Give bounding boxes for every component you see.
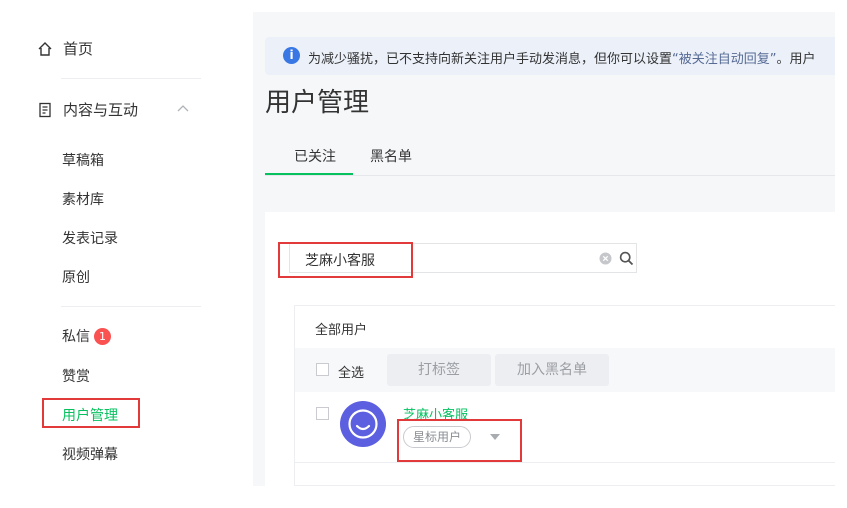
sidebar-divider: [61, 78, 201, 79]
select-all-label: 全选: [338, 366, 365, 381]
sidebar-item-original[interactable]: 原创: [62, 267, 90, 287]
sidebar-item-messages[interactable]: 私信 1: [62, 326, 111, 346]
clear-icon[interactable]: [599, 252, 612, 265]
table-toolbar: 全选 打标签 加入黑名单: [295, 348, 835, 392]
avatar: [340, 401, 386, 447]
add-to-blacklist-button[interactable]: 加入黑名单: [495, 354, 609, 386]
sidebar: 首页 内容与互动 草稿箱 素材库 发表记录 原创 私信 1 赞赏 用户管理 视频弹…: [13, 12, 253, 486]
notice-text-after: 。用户: [776, 52, 816, 67]
active-tab-indicator: [265, 173, 353, 175]
chevron-up-icon[interactable]: [177, 104, 189, 112]
user-table: 全部用户 全选 打标签 加入黑名单 芝麻小客服 星标用户: [294, 305, 835, 486]
select-all-checkbox[interactable]: [316, 363, 329, 376]
main-content: i 为减少骚扰，已不支持向新关注用户手动发消息，但你可以设置“被关注自动回复”。…: [253, 12, 835, 486]
smile-avatar-icon: [348, 409, 378, 439]
notice-text-before: 为减少骚扰，已不支持向新关注用户手动发消息，但你可以设置: [308, 52, 673, 67]
search-icon[interactable]: [619, 251, 634, 266]
tab-followed[interactable]: 已关注: [294, 146, 336, 166]
home-icon: [38, 41, 52, 56]
sidebar-item-content[interactable]: 内容与互动: [37, 99, 138, 120]
unread-badge: 1: [94, 328, 111, 345]
highlight-box: [42, 398, 140, 428]
group-label: 全部用户: [315, 323, 368, 338]
group-header: 全部用户: [295, 306, 835, 348]
app-window: 首页 内容与互动 草稿箱 素材库 发表记录 原创 私信 1 赞赏 用户管理 视频弹…: [13, 12, 835, 486]
info-icon: i: [283, 47, 300, 64]
sidebar-divider: [61, 306, 201, 307]
page-title: 用户管理: [265, 88, 370, 118]
tag-button[interactable]: 打标签: [387, 354, 491, 386]
row-checkbox[interactable]: [316, 407, 329, 420]
sidebar-item-video-danmaku[interactable]: 视频弹幕: [62, 444, 118, 464]
notice-banner: i 为减少骚扰，已不支持向新关注用户手动发消息，但你可以设置“被关注自动回复”。…: [265, 37, 835, 75]
sidebar-item-rewards[interactable]: 赞赏: [62, 366, 90, 386]
highlight-box: [278, 242, 413, 278]
tab-blacklist[interactable]: 黑名单: [370, 146, 412, 166]
notice-text: 为减少骚扰，已不支持向新关注用户手动发消息，但你可以设置“被关注自动回复”。用户: [308, 48, 816, 67]
auto-reply-link[interactable]: “被关注自动回复”: [672, 52, 776, 67]
sidebar-messages-label: 私信: [62, 329, 90, 345]
sidebar-home-label: 首页: [63, 40, 94, 58]
highlight-box: [397, 419, 522, 462]
tab-bar: 已关注 黑名单: [265, 146, 835, 176]
document-icon: [39, 102, 51, 117]
sidebar-item-home[interactable]: 首页: [37, 38, 93, 59]
sidebar-content-label: 内容与互动: [63, 101, 139, 119]
user-panel: 芝麻小客服 全部用户 全选 打标签 加入黑名单 芝麻小客服 星标用户: [265, 212, 835, 486]
sidebar-item-drafts[interactable]: 草稿箱: [62, 150, 104, 170]
table-row: 芝麻小客服 星标用户: [295, 392, 835, 463]
sidebar-item-publish-records[interactable]: 发表记录: [62, 228, 118, 248]
sidebar-item-materials[interactable]: 素材库: [62, 189, 104, 209]
